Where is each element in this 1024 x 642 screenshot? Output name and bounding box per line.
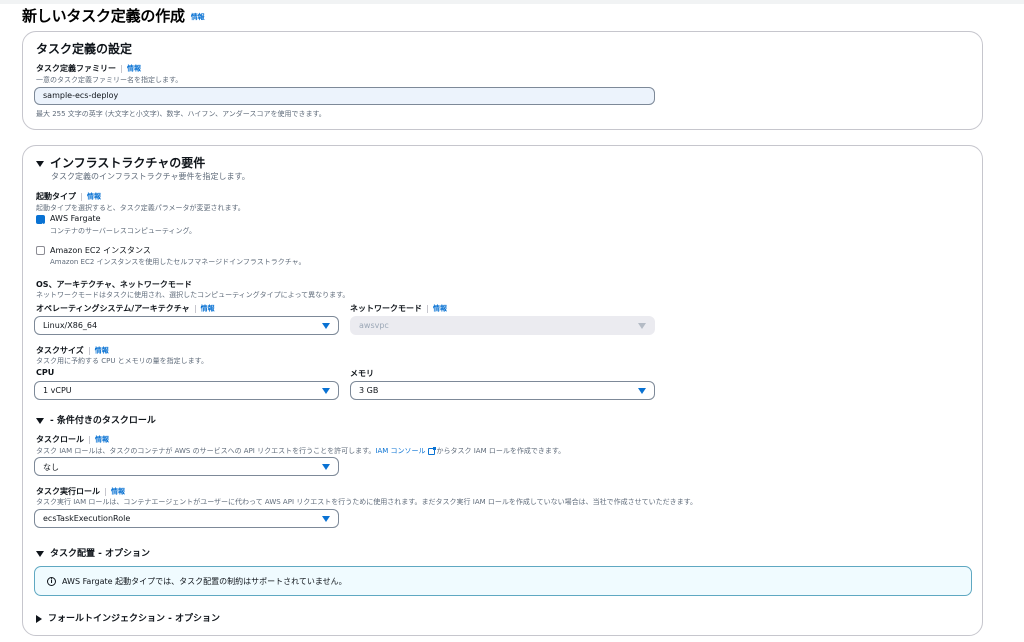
ec2-description: Amazon EC2 インスタンスを使用したセルフマネージドインフラストラクチャ… [50, 258, 306, 266]
fault-injection-title: フォールトインジェクション - オプション [48, 614, 221, 624]
collapse-caret-icon [36, 160, 44, 167]
family-description: 一意のタスク定義ファミリー名を指定します。 [36, 76, 183, 84]
task-role-desc-a: タスク IAM ロールは、タスクのコンテナが AWS のサービスへの API リ… [36, 447, 376, 455]
info-circle-icon: i [47, 577, 56, 586]
cpu-select[interactable]: 1 vCPU [34, 381, 339, 400]
task-size-info-link[interactable]: 情報 [95, 347, 109, 355]
infrastructure-subtitle: タスク定義のインフラストラクチャ要件を指定します。 [51, 172, 250, 181]
chevron-down-icon [322, 464, 330, 470]
chevron-down-icon [638, 388, 646, 394]
launch-type-label-text: 起動タイプ [36, 192, 76, 201]
exec-role-select-value: ecsTaskExecutionRole [43, 514, 131, 523]
iam-console-link[interactable]: IAM コンソール [375, 446, 436, 455]
separator [427, 304, 428, 313]
exec-role-description: タスク実行 IAM ロールは、コンテナエージェントがユーザーに代わって AWS … [36, 498, 697, 506]
os-select[interactable]: Linux/X86_64 [34, 316, 339, 335]
page-title-text: 新しいタスク定義の作成 [22, 7, 185, 25]
task-role-info-link[interactable]: 情報 [95, 436, 109, 444]
task-size-label-text: タスクサイズ [36, 346, 84, 355]
task-role-desc-b: からタスク IAM ロールを作成できます。 [436, 447, 566, 455]
section-title-infrastructure[interactable]: インフラストラクチャの要件 [36, 154, 205, 171]
fargate-label[interactable]: AWS Fargate [50, 214, 101, 223]
task-role-label: タスクロール 情報 [36, 434, 109, 445]
cpu-select-value: 1 vCPU [43, 386, 72, 395]
launch-type-info-link[interactable]: 情報 [87, 193, 101, 201]
task-role-select-value: なし [43, 463, 59, 472]
fargate-description: コンテナのサーバーレスコンピューティング。 [50, 227, 196, 235]
chevron-down-icon [638, 323, 646, 329]
exec-role-label: タスク実行ロール 情報 [36, 486, 125, 497]
memory-select-value: 3 GB [359, 386, 379, 395]
chevron-down-icon [322, 323, 330, 329]
memory-label: メモリ [350, 369, 374, 378]
task-role-label-text: タスクロール [36, 435, 84, 444]
task-placement-title: タスク配置 - オプション [50, 549, 151, 559]
fargate-checkbox[interactable] [36, 215, 45, 229]
network-mode-label: ネットワークモード 情報 [350, 303, 447, 314]
separator [121, 64, 122, 73]
family-hint: 最大 255 文字の英字 (大文字と小文字)、数字、ハイフン、アンダースコアを使… [36, 110, 326, 118]
family-label-text: タスク定義ファミリー [36, 64, 116, 73]
ec2-checkbox[interactable] [36, 246, 45, 255]
separator [88, 346, 90, 355]
collapse-caret-icon [36, 417, 44, 424]
task-definition-settings-panel: タスク定義の設定 タスク定義ファミリー 情報 一意のタスク定義ファミリー名を指定し… [22, 31, 983, 130]
network-mode-info-link[interactable]: 情報 [433, 305, 447, 313]
task-size-label: タスクサイズ 情報 [36, 345, 109, 356]
os-label: オペレーティングシステム/アーキテクチャ 情報 [36, 303, 215, 314]
infrastructure-title-text: インフラストラクチャの要件 [50, 156, 206, 170]
network-mode-label-text: ネットワークモード [350, 304, 422, 313]
external-link-icon [427, 446, 436, 455]
placement-info-alert: i AWS Fargate 起動タイプでは、タスク配置の制約はサポートされていま… [34, 566, 972, 596]
family-info-link[interactable]: 情報 [127, 65, 141, 73]
exec-role-label-text: タスク実行ロール [36, 487, 100, 496]
launch-type-description: 起動タイプを選択すると、タスク定義パラメータが変更されます。 [36, 204, 245, 212]
top-divider [0, 0, 1024, 4]
placement-alert-text: AWS Fargate 起動タイプでは、タスク配置の制約はサポートされていません… [62, 577, 347, 586]
ec2-label[interactable]: Amazon EC2 インスタンス [50, 245, 151, 256]
separator [105, 487, 106, 496]
separator [89, 435, 90, 444]
task-size-description: タスク用に予約する CPU とメモリの量を指定します。 [36, 357, 208, 365]
task-role-select[interactable]: なし [34, 457, 339, 476]
os-arch-net-label: OS、アーキテクチャ、ネットワークモード [36, 280, 192, 289]
os-select-value: Linux/X86_64 [43, 321, 98, 330]
collapse-caret-icon [36, 550, 44, 557]
infrastructure-panel: インフラストラクチャの要件 タスク定義のインフラストラクチャ要件を指定します。 … [22, 145, 983, 636]
check-icon [37, 223, 44, 229]
page-title: 新しいタスク定義の作成 情報 [22, 5, 205, 26]
conditional-task-role-title: - 条件付きのタスクロール [50, 416, 156, 426]
task-role-description: タスク IAM ロールは、タスクのコンテナが AWS のサービスへの API リ… [36, 446, 565, 456]
chevron-down-icon [322, 516, 330, 522]
separator [194, 304, 196, 313]
fault-injection-toggle[interactable]: フォールトインジェクション - オプション [36, 611, 220, 624]
conditional-task-role-toggle[interactable]: - 条件付きのタスクロール [36, 413, 156, 426]
expand-caret-icon [36, 614, 42, 623]
family-input[interactable]: sample-ecs-deploy [34, 87, 655, 105]
exec-role-info-link[interactable]: 情報 [111, 488, 125, 496]
chevron-down-icon [322, 388, 330, 394]
os-info-link[interactable]: 情報 [201, 305, 215, 313]
cpu-label: CPU [36, 368, 55, 377]
iam-console-link-text: IAM コンソール [375, 447, 426, 455]
separator [81, 192, 82, 201]
task-placement-toggle[interactable]: タスク配置 - オプション [36, 546, 150, 559]
section-title-settings: タスク定義の設定 [36, 42, 133, 56]
os-arch-net-description: ネットワークモードはタスクに使用され、選択したコンピューティングタイプによって異… [36, 291, 350, 299]
os-label-text: オペレーティングシステム/アーキテクチャ [36, 304, 190, 313]
network-mode-select-value: awsvpc [359, 321, 389, 330]
memory-select[interactable]: 3 GB [350, 381, 655, 400]
exec-role-select[interactable]: ecsTaskExecutionRole [34, 509, 339, 528]
network-mode-select: awsvpc [350, 316, 655, 335]
page-info-link[interactable]: 情報 [191, 13, 205, 21]
launch-type-label: 起動タイプ 情報 [36, 191, 101, 202]
family-label: タスク定義ファミリー 情報 [36, 63, 141, 74]
